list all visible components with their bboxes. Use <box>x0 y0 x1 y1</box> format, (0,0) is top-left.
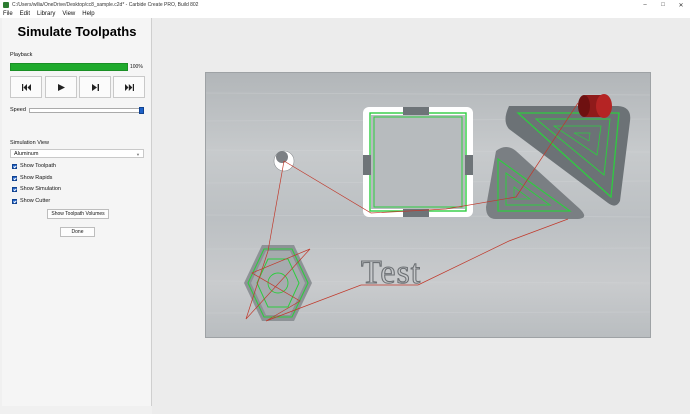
skip-to-end-button[interactable] <box>113 76 145 98</box>
step-forward-icon <box>91 83 99 91</box>
simulation-scene: Test <box>206 92 650 322</box>
menu-view[interactable]: View <box>62 11 75 17</box>
playback-label: Playback <box>10 52 33 58</box>
panel-title: Simulate Toolpaths <box>17 24 137 39</box>
menu-help[interactable]: Help <box>82 11 94 17</box>
skip-to-start-icon <box>21 83 31 91</box>
maximize-icon[interactable]: □ <box>654 0 672 10</box>
menu-bar: File Edit Library View Help <box>0 10 690 18</box>
simulation-view-label: Simulation View <box>10 140 50 146</box>
speed-label: Speed <box>10 107 26 113</box>
material-select[interactable]: Aluminum ▼ <box>10 149 144 158</box>
show-rapids-label: Show Rapids <box>20 175 53 181</box>
progress-fill <box>11 64 127 70</box>
menu-edit[interactable]: Edit <box>20 11 30 17</box>
speed-slider[interactable] <box>29 108 144 113</box>
app-icon <box>3 2 9 8</box>
cutter-icon <box>578 94 612 118</box>
checkbox-checked-icon <box>12 163 17 169</box>
window-title: C:/Users/wllia/OneDrive/Desktop/cc8_samp… <box>12 2 199 8</box>
checkbox-checked-icon <box>12 186 17 192</box>
engraved-text: Test <box>361 254 421 291</box>
done-button[interactable]: Done <box>60 227 95 237</box>
show-toolpath-volumes-button[interactable]: Show Toolpath Volumes <box>47 209 109 219</box>
show-toolpath-checkbox[interactable]: Show Toolpath <box>12 163 56 169</box>
checkbox-checked-icon <box>12 198 17 204</box>
stock-material[interactable]: Test <box>205 72 651 338</box>
minimize-icon[interactable]: – <box>636 0 654 10</box>
play-icon <box>57 83 65 91</box>
show-toolpath-label: Show Toolpath <box>20 163 56 169</box>
rewind-button[interactable] <box>10 76 42 98</box>
menu-file[interactable]: File <box>3 11 13 17</box>
progress-percent: 100% <box>130 64 143 70</box>
play-button[interactable] <box>45 76 77 98</box>
simulate-panel: Simulate Toolpaths Playback 100% Speed S… <box>2 18 152 406</box>
close-icon[interactable]: ✕ <box>672 0 690 10</box>
show-simulation-checkbox[interactable]: Show Simulation <box>12 186 61 192</box>
title-bar: C:/Users/wllia/OneDrive/Desktop/cc8_samp… <box>0 0 690 10</box>
playback-progress-bar <box>10 63 128 71</box>
material-select-value: Aluminum <box>14 150 39 157</box>
skip-to-end-icon <box>124 83 134 91</box>
show-cutter-label: Show Cutter <box>20 198 51 204</box>
speed-slider-handle[interactable] <box>139 107 144 114</box>
checkbox-checked-icon <box>12 175 17 181</box>
step-forward-button[interactable] <box>79 76 111 98</box>
chevron-down-icon: ▼ <box>136 152 140 157</box>
window-controls: – □ ✕ <box>636 0 690 10</box>
square-profile-cut <box>363 107 473 217</box>
menu-library[interactable]: Library <box>37 11 55 17</box>
show-simulation-label: Show Simulation <box>20 186 61 192</box>
drill-hole-shadow <box>276 151 288 163</box>
show-rapids-checkbox[interactable]: Show Rapids <box>12 175 52 181</box>
show-cutter-checkbox[interactable]: Show Cutter <box>12 198 50 204</box>
